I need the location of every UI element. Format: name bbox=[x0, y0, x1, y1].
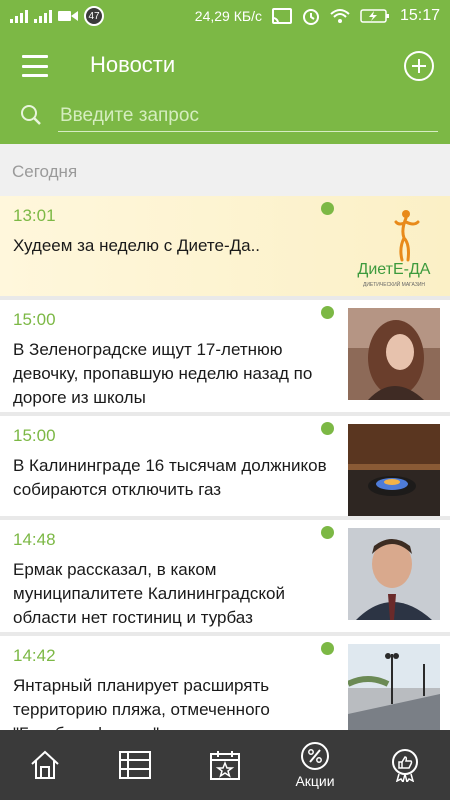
nav-promotions[interactable]: Акции bbox=[270, 730, 360, 800]
item-time: 15:00 bbox=[13, 426, 56, 445]
beach-promenade-photo bbox=[348, 644, 440, 730]
item-time: 13:01 bbox=[13, 206, 56, 225]
item-time: 14:48 bbox=[13, 530, 56, 549]
app-header: Новости bbox=[0, 32, 450, 144]
alarm-icon bbox=[302, 9, 319, 25]
list-icon bbox=[119, 751, 151, 779]
page-title: Новости bbox=[90, 52, 176, 77]
network-speed: 24,29 КБ/с bbox=[194, 8, 262, 24]
nav-events[interactable] bbox=[180, 730, 270, 800]
item-title: В Калининграде 16 тысячам должников соби… bbox=[13, 456, 327, 499]
news-thumbnail bbox=[348, 308, 440, 400]
unread-indicator bbox=[321, 642, 334, 655]
nav-reviews[interactable] bbox=[360, 730, 450, 800]
nav-promotions-label: Акции bbox=[295, 773, 335, 789]
gas-stove-photo bbox=[348, 424, 440, 516]
battery-charging-icon bbox=[360, 9, 389, 23]
news-thumbnail bbox=[348, 644, 440, 730]
item-title: Янтарный планирует расширять территорию … bbox=[13, 676, 270, 730]
clock: 15:17 bbox=[399, 7, 440, 24]
list-item[interactable]: 15:00 В Зеленоградске ищут 17-летнюю дев… bbox=[0, 300, 450, 412]
thumbs-up-badge-icon bbox=[392, 749, 418, 782]
wifi-icon bbox=[330, 9, 350, 23]
list-item[interactable]: 14:48 Ермак рассказал, в каком муниципал… bbox=[0, 520, 450, 632]
unread-indicator bbox=[321, 422, 334, 435]
news-thumbnail bbox=[348, 424, 440, 516]
signal-2-icon bbox=[34, 9, 52, 23]
item-time: 14:42 bbox=[13, 646, 56, 665]
home-icon bbox=[31, 750, 59, 779]
girl-photo bbox=[348, 308, 440, 400]
notification-count-badge: 47 bbox=[84, 6, 104, 26]
item-time: 15:00 bbox=[13, 310, 56, 329]
man-portrait-photo bbox=[348, 528, 440, 620]
promo-brand-name: ДиетЕ-ДА bbox=[358, 261, 431, 278]
diete-da-logo: ДиетЕ-ДА ДИЕТИЧЕСКИЙ МАГАЗИН bbox=[358, 210, 431, 288]
video-camera-icon bbox=[58, 11, 78, 21]
percent-icon bbox=[301, 742, 329, 770]
nav-list[interactable] bbox=[90, 730, 180, 800]
item-title: Ермак рассказал, в каком муниципалитете … bbox=[13, 560, 285, 627]
item-title: В Зеленоградске ищут 17-летнюю девочку, … bbox=[13, 340, 313, 407]
list-item[interactable]: 15:00 В Калининграде 16 тысячам должнико… bbox=[0, 416, 450, 516]
unread-indicator bbox=[321, 526, 334, 539]
menu-icon[interactable] bbox=[22, 55, 48, 77]
news-thumbnail bbox=[348, 528, 440, 620]
calendar-star-icon bbox=[210, 751, 240, 780]
promo-tagline: ДИЕТИЧЕСКИЙ МАГАЗИН bbox=[363, 280, 425, 288]
unread-indicator bbox=[321, 306, 334, 319]
signal-icon bbox=[10, 9, 28, 23]
status-bar: 47 24,29 КБ/с 15:17 bbox=[0, 0, 450, 32]
list-item[interactable]: 13:01 Худеем за неделю с Диете-Да.. Диет… bbox=[0, 196, 450, 296]
cast-icon bbox=[271, 8, 292, 24]
news-feed[interactable]: 13:01 Худеем за неделю с Диете-Да.. Диет… bbox=[0, 196, 450, 730]
list-item[interactable]: 14:42 Янтарный планирует расширять терри… bbox=[0, 636, 450, 730]
promo-logo-thumbnail: ДиетЕ-ДА ДИЕТИЧЕСКИЙ МАГАЗИН bbox=[344, 200, 444, 292]
search-icon bbox=[21, 105, 41, 125]
section-header-today: Сегодня bbox=[0, 144, 450, 196]
item-title: Худеем за неделю с Диете-Да.. bbox=[13, 236, 261, 255]
add-button[interactable] bbox=[404, 51, 434, 81]
search-input[interactable] bbox=[58, 100, 438, 132]
unread-indicator bbox=[321, 202, 334, 215]
bottom-nav: Акции bbox=[0, 730, 450, 800]
nav-home[interactable] bbox=[0, 730, 90, 800]
